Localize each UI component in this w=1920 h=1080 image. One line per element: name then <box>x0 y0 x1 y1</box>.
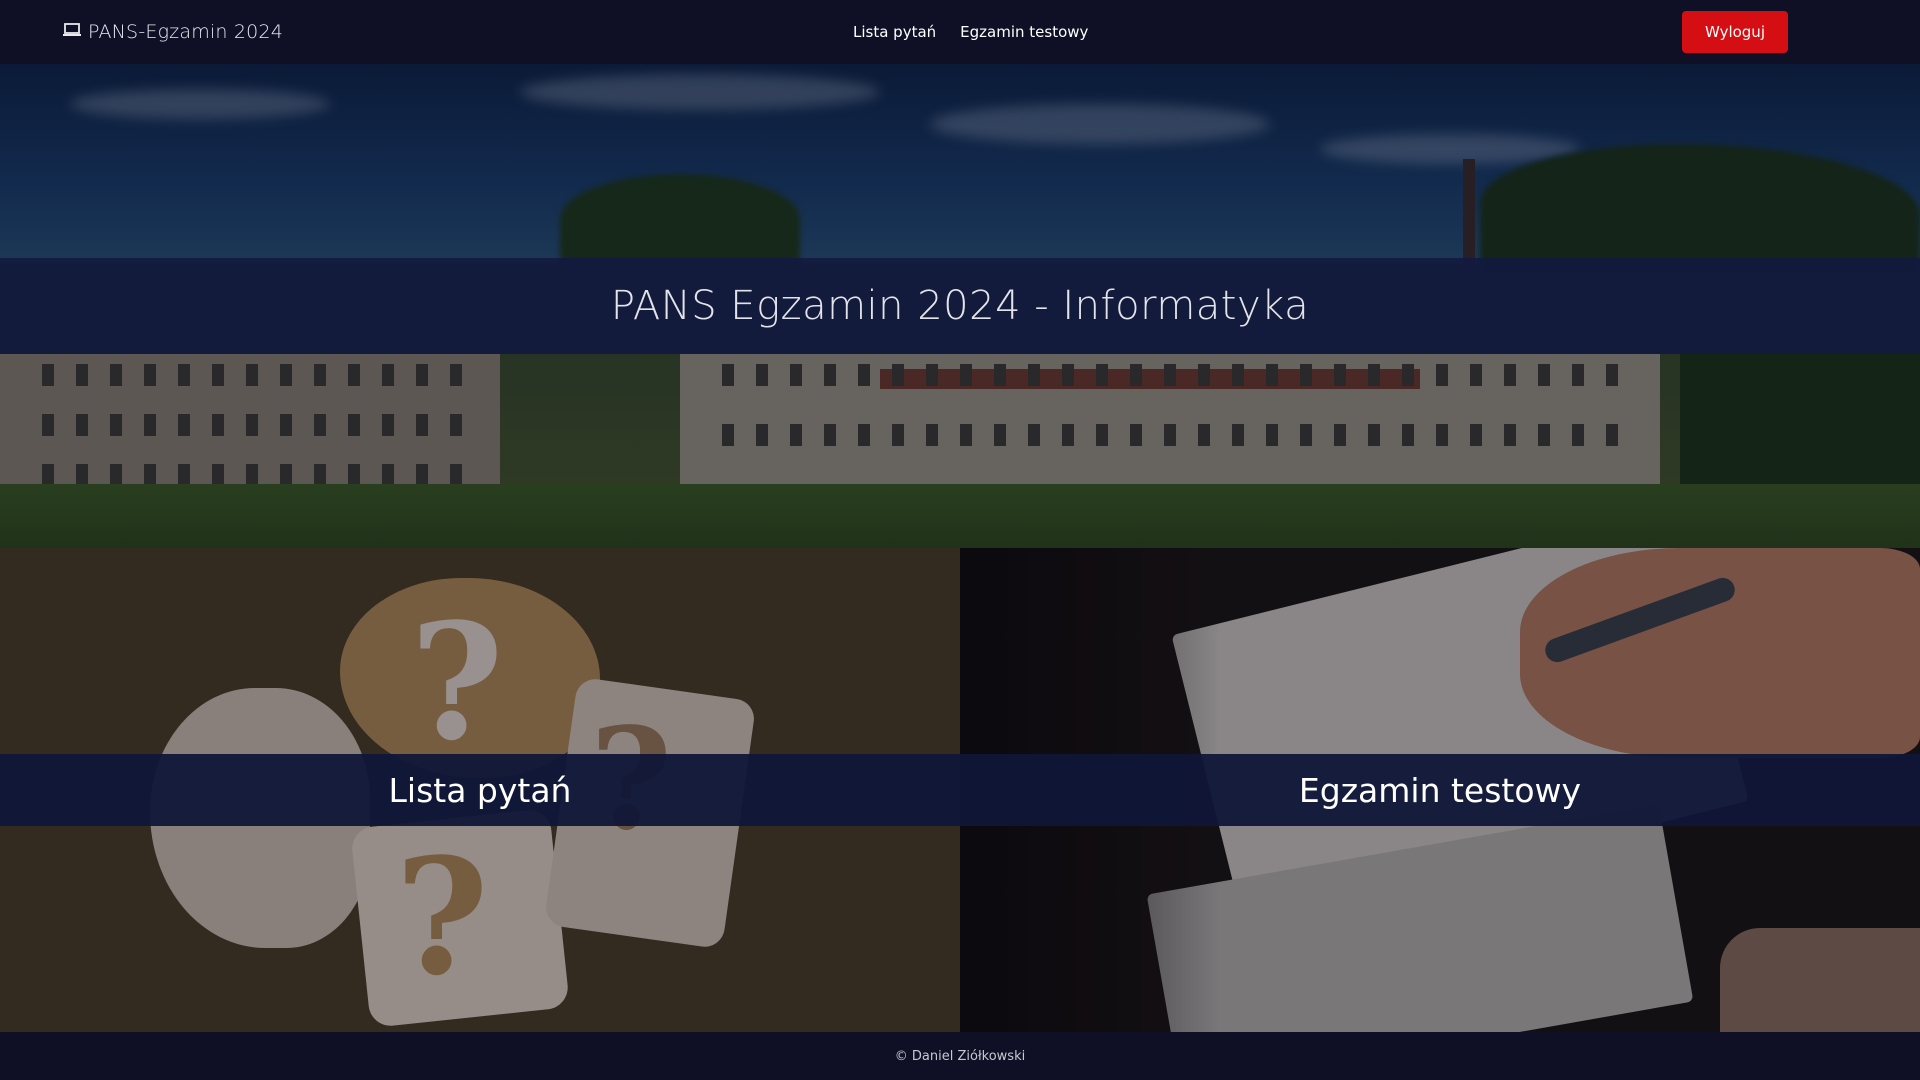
page-title: PANS Egzamin 2024 - Informatyka <box>610 283 1310 329</box>
tile-test-exam[interactable]: Egzamin testowy <box>960 548 1920 1032</box>
tile-label: Egzamin testowy <box>1298 770 1582 810</box>
navbar: PANS-Egzamin 2024 Lista pytań Egzamin te… <box>0 0 1920 64</box>
footer: © Daniel Ziółkowski <box>0 1032 1920 1080</box>
hero-banner: PANS Egzamin 2024 - Informatyka <box>0 64 1920 548</box>
copyright-text: © Daniel Ziółkowski <box>894 1048 1026 1064</box>
laptop-icon <box>62 21 82 43</box>
nav-links: Lista pytań Egzamin testowy <box>853 0 1088 64</box>
nav-link-test-exam[interactable]: Egzamin testowy <box>960 23 1088 41</box>
tile-label: Lista pytań <box>388 770 572 810</box>
hero-title-band: PANS Egzamin 2024 - Informatyka <box>0 258 1920 354</box>
tile-question-list[interactable]: ? ? ? Lista pytań <box>0 548 960 1032</box>
tile-label-band: Egzamin testowy <box>960 754 1920 826</box>
brand-text: PANS-Egzamin 2024 <box>88 21 284 43</box>
nav-link-question-list[interactable]: Lista pytań <box>853 23 936 41</box>
logout-button[interactable]: Wyloguj <box>1682 11 1788 53</box>
brand-link[interactable]: PANS-Egzamin 2024 <box>62 0 283 64</box>
tile-label-band: Lista pytań <box>0 754 960 826</box>
